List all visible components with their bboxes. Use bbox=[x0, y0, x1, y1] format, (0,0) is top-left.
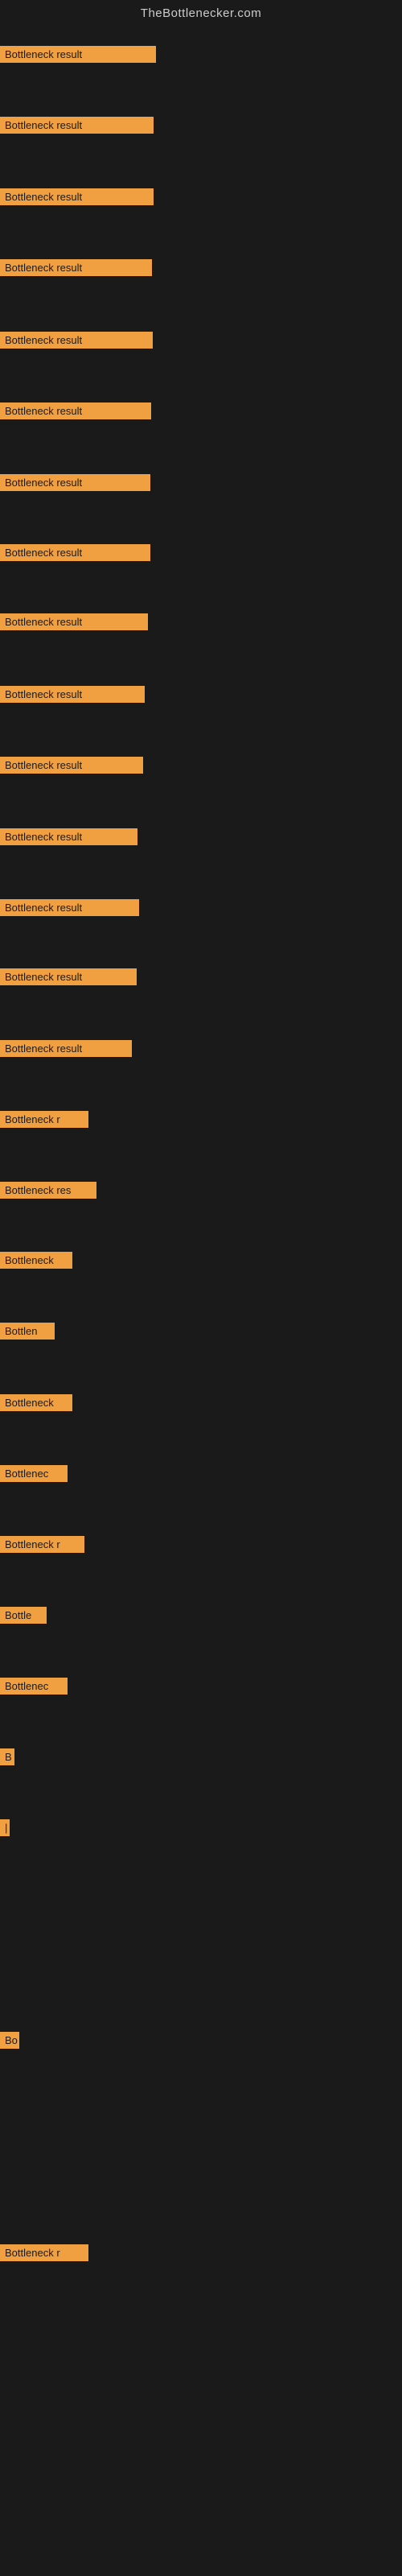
bottleneck-item-24: Bottlenec bbox=[0, 1678, 68, 1695]
bottleneck-item-4: Bottleneck result bbox=[0, 259, 152, 276]
bottleneck-item-19: Bottlen bbox=[0, 1323, 55, 1340]
bottleneck-item-26: | bbox=[0, 1819, 10, 1836]
bottleneck-item-12: Bottleneck result bbox=[0, 828, 137, 845]
site-title: TheBottlenecker.com bbox=[0, 0, 402, 23]
bottleneck-item-15: Bottleneck result bbox=[0, 1040, 132, 1057]
bottleneck-item-20: Bottleneck bbox=[0, 1394, 72, 1411]
bottleneck-item-9: Bottleneck result bbox=[0, 613, 148, 630]
bottleneck-item-27: Bo bbox=[0, 2032, 19, 2049]
bottleneck-item-3: Bottleneck result bbox=[0, 188, 154, 205]
bottleneck-item-7: Bottleneck result bbox=[0, 474, 150, 491]
bottleneck-item-22: Bottleneck r bbox=[0, 1536, 84, 1553]
bottleneck-item-21: Bottlenec bbox=[0, 1465, 68, 1482]
bottleneck-item-18: Bottleneck bbox=[0, 1252, 72, 1269]
bottleneck-item-17: Bottleneck res bbox=[0, 1182, 96, 1199]
bottleneck-item-23: Bottle bbox=[0, 1607, 47, 1624]
bottleneck-item-16: Bottleneck r bbox=[0, 1111, 88, 1128]
bottleneck-item-10: Bottleneck result bbox=[0, 686, 145, 703]
bottleneck-item-2: Bottleneck result bbox=[0, 117, 154, 134]
bottleneck-item-11: Bottleneck result bbox=[0, 757, 143, 774]
bottleneck-item-6: Bottleneck result bbox=[0, 402, 151, 419]
bottleneck-item-5: Bottleneck result bbox=[0, 332, 153, 349]
bottleneck-item-1: Bottleneck result bbox=[0, 46, 156, 63]
bottleneck-item-8: Bottleneck result bbox=[0, 544, 150, 561]
bottleneck-item-14: Bottleneck result bbox=[0, 968, 137, 985]
bottleneck-item-28: Bottleneck r bbox=[0, 2244, 88, 2261]
bottleneck-item-13: Bottleneck result bbox=[0, 899, 139, 916]
bottleneck-item-25: B bbox=[0, 1748, 14, 1765]
